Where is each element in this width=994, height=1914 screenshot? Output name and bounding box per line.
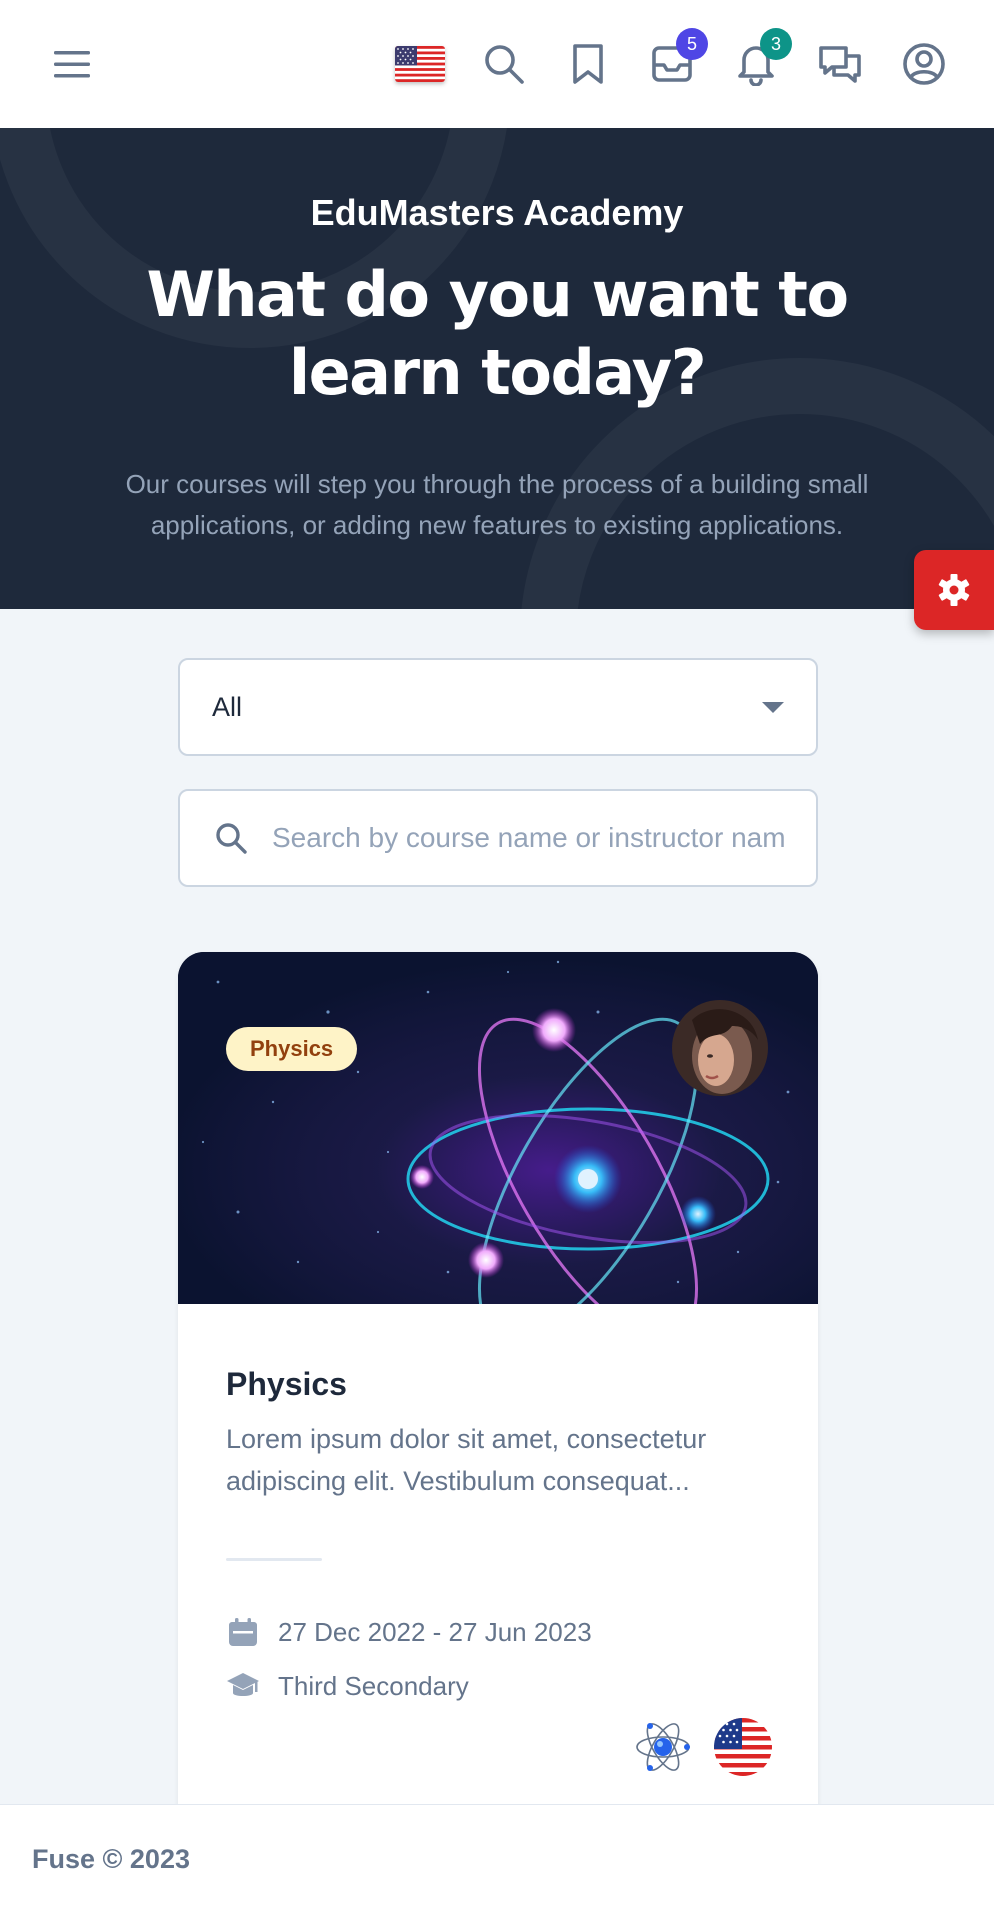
calendar-icon [226, 1615, 260, 1649]
course-level-text: Third Secondary [278, 1670, 469, 1701]
course-description: Lorem ipsum dolor sit amet, consectetur … [226, 1424, 707, 1496]
course-search-input[interactable] [272, 822, 786, 854]
menu-icon[interactable] [48, 40, 96, 88]
gear-icon [938, 574, 970, 606]
search-icon [216, 823, 247, 854]
us-flag-icon [714, 1718, 772, 1776]
instructor-avatar[interactable] [672, 1000, 768, 1096]
graduation-cap-icon [226, 1669, 260, 1703]
settings-button[interactable] [914, 550, 994, 630]
card-body: Physics Lorem ipsum dolor sit amet, cons… [178, 1304, 818, 1703]
course-search-field[interactable] [178, 789, 818, 887]
chevron-down-icon [762, 701, 784, 713]
notifications-count-badge: 3 [760, 28, 792, 60]
chat-icon[interactable] [814, 38, 866, 90]
hero-description: Our courses will step you through the pr… [125, 469, 869, 540]
language-button[interactable] [394, 38, 446, 90]
search-icon[interactable] [478, 38, 530, 90]
course-level: Third Secondary [226, 1669, 770, 1703]
hero-title: What do you want to learn today? [146, 258, 849, 409]
course-dates: 27 Dec 2022 - 27 Jun 2023 [226, 1615, 770, 1649]
top-navbar: 5 3 [0, 0, 994, 128]
notifications-button[interactable]: 3 [730, 28, 792, 90]
topbar-actions: 5 3 [394, 28, 950, 90]
course-title[interactable]: Physics [226, 1364, 770, 1404]
course-dates-text: 27 Dec 2022 - 27 Jun 2023 [278, 1616, 592, 1647]
hero-banner: EduMasters Academy What do you want to l… [0, 128, 994, 609]
bookmark-icon[interactable] [562, 38, 614, 90]
category-select[interactable]: All [178, 658, 818, 756]
course-cover-image: Physics [178, 952, 818, 1304]
course-card[interactable]: Physics Physics Lorem ipsum dolor sit am… [178, 952, 818, 1852]
mail-count-badge: 5 [676, 28, 708, 60]
mail-button[interactable]: 5 [646, 28, 708, 90]
footer: Fuse © 2023 [0, 1804, 994, 1914]
us-flag-icon [395, 46, 445, 82]
divider [226, 1558, 322, 1561]
course-tags [634, 1718, 772, 1776]
category-chip: Physics [226, 1027, 358, 1071]
academy-name: EduMasters Academy [310, 192, 684, 233]
category-select-value: All [212, 691, 243, 722]
atom-icon [634, 1718, 692, 1776]
footer-copyright: Fuse © 2023 [32, 1844, 190, 1874]
user-circle-icon[interactable] [898, 38, 950, 90]
